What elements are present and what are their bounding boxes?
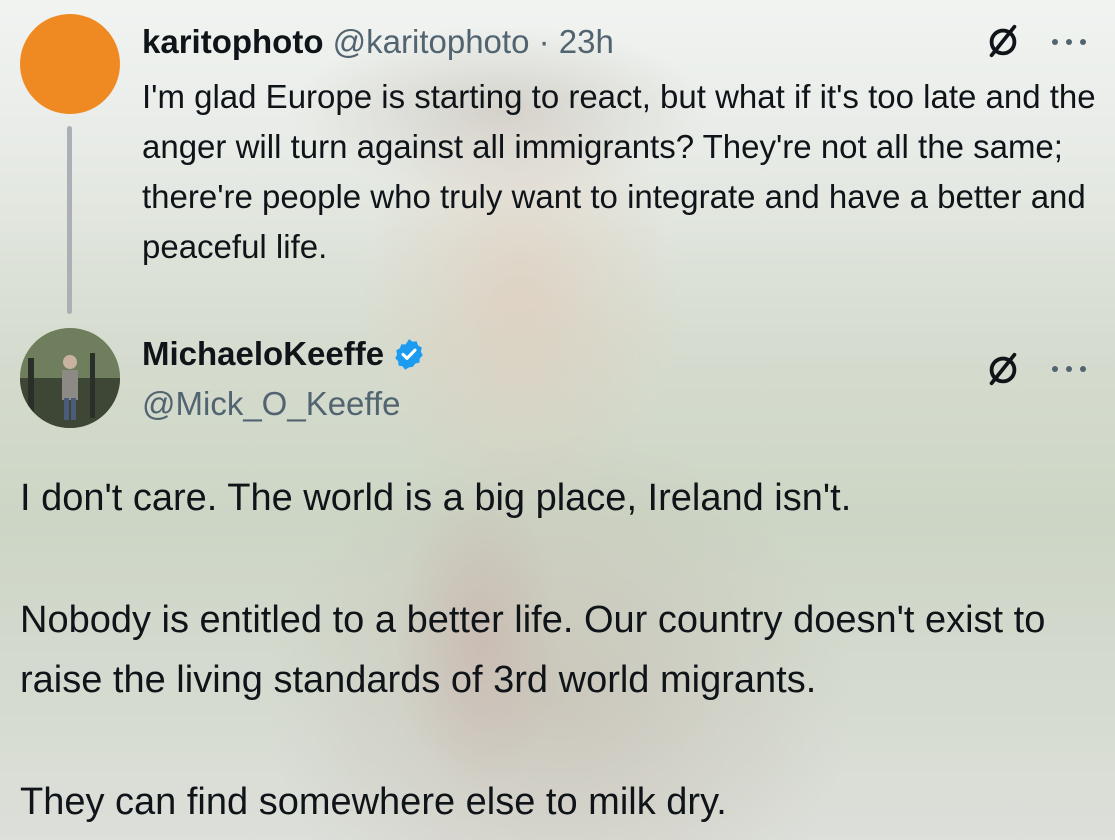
grok-slash-icon[interactable] [984,350,1022,388]
separator-dot: · [538,23,550,60]
author-handle[interactable]: @Mick_O_Keeffe [142,382,401,426]
verified-badge-icon[interactable] [392,337,426,371]
tweet-paragraph: Nobody is entitled to a better life. Our… [20,599,1046,701]
avatar-photo-icon [20,328,120,428]
tweet-1-header: karitophoto @karitophoto · 23h [142,20,614,64]
tweet-2-text: I don't care. The world is a big place, … [20,468,1100,832]
more-options-icon[interactable] [1052,37,1086,47]
grok-slash-icon[interactable] [984,22,1022,60]
tweet-paragraph: They can find somewhere else to milk dry… [20,781,727,823]
author-name[interactable]: karitophoto [142,23,323,60]
avatar-karitophoto[interactable] [20,14,120,114]
author-handle[interactable]: @karitophoto [333,23,530,60]
tweet-1-text: I'm glad Europe is starting to react, bu… [142,78,1096,265]
tweet-paragraph: I don't care. The world is a big place, … [20,477,852,519]
tweet-2-header: MichaeloKeeffe [142,332,426,376]
tweet-thread: karitophoto @karitophoto · 23h I'm glad … [0,0,1115,840]
thread-connector-line [67,126,72,314]
timestamp[interactable]: 23h [559,23,614,60]
more-options-icon[interactable] [1052,364,1086,374]
avatar-michaelokeeffe[interactable] [20,328,120,428]
author-name[interactable]: MichaeloKeeffe [142,332,384,376]
